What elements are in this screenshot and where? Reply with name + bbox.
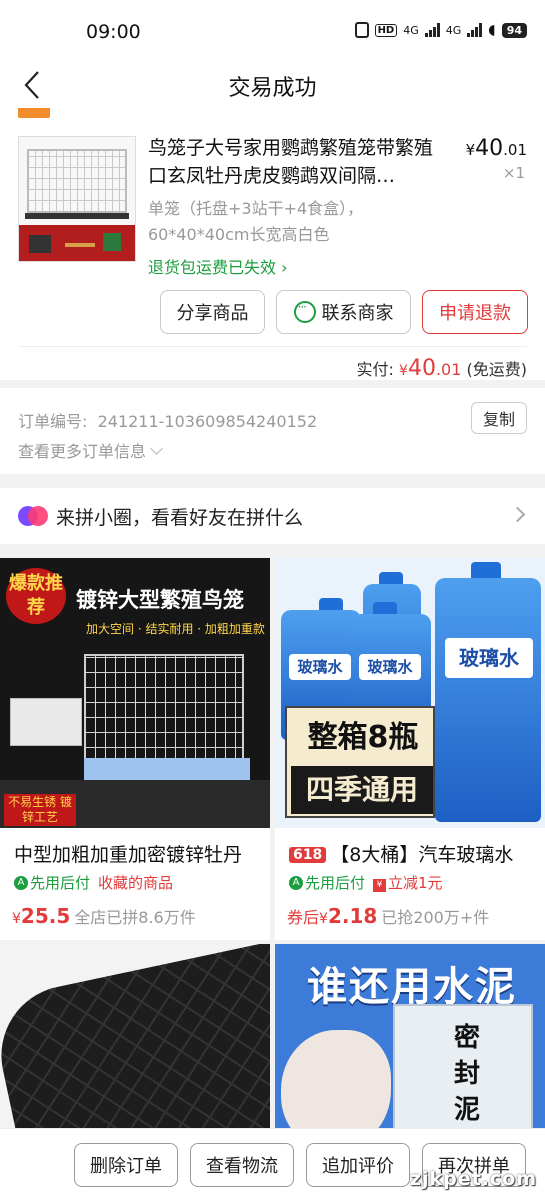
contact-seller-button[interactable]: 联系商家 <box>276 290 411 334</box>
status-bar: 09:00 HD 4G 4G ◖ 94 <box>0 0 545 62</box>
seat-cushion-picture <box>0 944 270 1144</box>
recommended-product-card[interactable]: 玻璃水 玻璃水 玻璃水 整箱8瓶 四季通用 618 【8大桶】汽车玻璃水 A 先用后… <box>275 558 545 940</box>
network-4g-label-2: 4G <box>445 23 462 37</box>
cage-picture <box>84 654 244 764</box>
order-info-card: 订单编号: 241211-103609854240152 复制 查看更多订单信息 <box>0 388 545 474</box>
signal-icon <box>424 23 440 37</box>
wifi-icon: ◖ <box>488 22 496 38</box>
hd-icon: HD <box>374 23 398 37</box>
hot-badge: 爆款推荐 <box>6 568 66 624</box>
cage-image <box>27 149 127 213</box>
recommended-product-card[interactable]: 谁还用水泥 密封泥 <box>275 944 545 1144</box>
add-review-button[interactable]: 追加评价 <box>306 1143 410 1187</box>
divider <box>18 346 527 347</box>
product-image[interactable] <box>0 944 270 1144</box>
battery-icon: 94 <box>501 22 527 38</box>
pay-later-tag: A 先用后付 <box>14 872 90 893</box>
bottle-label: 玻璃水 <box>289 654 351 680</box>
sealant-pack: 密封泥 <box>393 1004 533 1144</box>
hand-picture <box>281 1030 391 1144</box>
friend-circle-banner[interactable]: 来拼小圈，看看好友在拼什么 <box>0 488 545 544</box>
bottle-label: 玻璃水 <box>445 638 533 678</box>
product-image[interactable]: 爆款推荐 镀锌大型繁殖鸟笼 加大空间 · 结实耐用 · 加粗加重款 不易生锈 镀… <box>0 558 270 828</box>
product-name: 中型加粗加重加密镀锌牡丹 <box>14 844 243 866</box>
image-tag: 不易生锈 镀锌工艺 <box>4 794 76 826</box>
signal-icon-2 <box>467 23 483 37</box>
bottle-label: 玻璃水 <box>359 654 421 680</box>
product-price: 券后¥2.18 已抢200万+件 <box>287 904 490 928</box>
page-title: 交易成功 <box>228 76 317 101</box>
product-price: ¥40.01 <box>465 136 527 161</box>
image-headline: 镀锌大型繁殖鸟笼 <box>76 588 244 612</box>
network-4g-label: 4G <box>403 23 419 37</box>
discount-tag: ¥ 立减1元 <box>373 872 443 893</box>
delete-order-button[interactable]: 删除订单 <box>74 1143 178 1187</box>
thumbnail-accessory-strip <box>19 225 135 261</box>
order-item-card: 鸟笼子大号家用鹦鹉繁殖笼带繁殖口玄凤牡丹虎皮鹦鹉双间隔… ¥40.01 ×1 单… <box>0 108 545 380</box>
status-icons: HD 4G 4G ◖ 94 <box>354 22 527 38</box>
vibrate-icon <box>354 22 369 38</box>
chevron-down-icon <box>150 442 163 455</box>
refund-shipping-note[interactable]: 退货包运费已失效 › <box>148 254 288 278</box>
circle-logo-icon <box>18 506 48 526</box>
chat-icon <box>293 300 316 323</box>
nest-box <box>10 698 82 746</box>
status-time: 09:00 <box>86 21 141 43</box>
product-image[interactable]: 玻璃水 玻璃水 玻璃水 整箱8瓶 四季通用 <box>275 558 545 828</box>
product-tags: A 先用后付 收藏的商品 <box>14 872 173 893</box>
cage-tray <box>25 213 129 219</box>
request-refund-button[interactable]: 申请退款 <box>422 290 528 334</box>
618-badge: 618 <box>289 847 327 863</box>
recommended-product-card[interactable]: 爆款推荐 镀锌大型繁殖鸟笼 加大空间 · 结实耐用 · 加粗加重款 不易生锈 镀… <box>0 558 270 940</box>
shop-logo-peek <box>18 108 50 118</box>
image-subline: 加大空间 · 结实耐用 · 加粗加重款 <box>86 622 265 636</box>
order-number: 订单编号: 241211-103609854240152 <box>18 412 318 431</box>
more-order-info-link[interactable]: 查看更多订单信息 <box>18 438 163 462</box>
product-tags: A 先用后付 ¥ 立减1元 <box>289 872 443 893</box>
nav-bar: 交易成功 <box>0 62 545 108</box>
product-title[interactable]: 鸟笼子大号家用鹦鹉繁殖笼带繁殖口玄凤牡丹虎皮鹦鹉双间隔… <box>148 134 448 190</box>
recommended-product-card[interactable] <box>0 944 270 1144</box>
product-image[interactable]: 谁还用水泥 密封泥 <box>275 944 545 1144</box>
share-product-button[interactable]: 分享商品 <box>160 290 265 334</box>
product-price: ¥25.5 全店已拼8.6万件 <box>12 904 196 928</box>
product-spec: 单笼（托盘+3站干+4食盒），60*40*40cm长宽高白色 <box>148 199 364 244</box>
favorited-tag: 收藏的商品 <box>98 874 174 892</box>
view-logistics-button[interactable]: 查看物流 <box>190 1143 294 1187</box>
promo-box: 整箱8瓶 四季通用 <box>285 706 435 818</box>
product-thumbnail[interactable] <box>18 136 136 262</box>
watermark: zjkpet.com <box>409 1168 537 1190</box>
circle-banner-text: 来拼小圈，看看好友在拼什么 <box>56 507 304 529</box>
paid-amount: 实付: ¥40.01 (免运费) <box>356 356 527 380</box>
product-name: 618 【8大桶】汽车玻璃水 <box>289 840 537 867</box>
chevron-right-icon: › <box>276 258 288 277</box>
shop-name-peek <box>80 108 160 112</box>
chevron-right-icon <box>509 506 526 523</box>
pay-later-tag: A 先用后付 <box>289 872 365 893</box>
cage-base <box>84 758 250 780</box>
copy-order-number-button[interactable]: 复制 <box>471 402 527 434</box>
product-quantity: ×1 <box>502 164 525 182</box>
